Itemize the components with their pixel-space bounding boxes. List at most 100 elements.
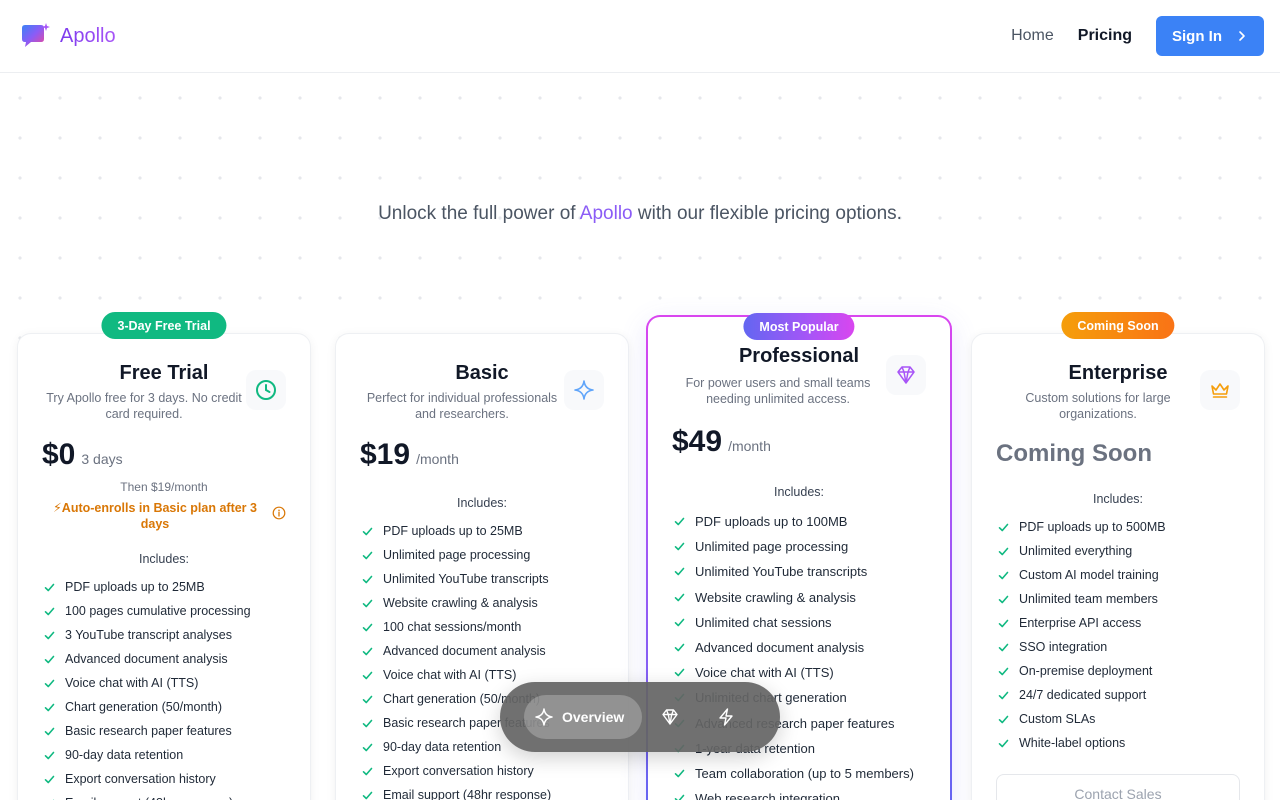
includes-heading: Includes: [138,552,190,566]
feature-item: Chart generation (50/month) [44,695,251,719]
feature-label: Custom SLAs [1019,712,1096,726]
check-icon [998,643,1009,651]
feature-item: 3 YouTube transcript analyses [44,623,251,647]
check-icon [44,727,55,735]
dock-pricing-button[interactable] [642,695,698,739]
check-icon [998,691,1009,699]
check-icon [362,767,373,775]
feature-label: Advanced document analysis [383,644,546,658]
check-icon [674,568,685,576]
check-icon [998,595,1009,603]
check-icon [674,542,685,551]
feature-item: Team collaboration (up to 5 members) [674,761,914,786]
sign-in-button[interactable]: Sign In [1156,16,1264,56]
feature-item: Advanced document analysis [362,639,551,663]
feature-item: SSO integration [998,635,1166,659]
feature-label: Unlimited chat sessions [695,614,832,630]
feature-item: Advanced document analysis [44,647,251,671]
feature-label: Basic research paper features [65,724,232,738]
feature-label: Unlimited YouTube transcripts [695,564,868,580]
plan-description: For power users and small teams needing … [685,376,871,406]
check-icon [362,575,373,583]
plan-price: $0 [42,438,76,471]
check-icon [44,631,55,639]
check-icon [362,647,373,655]
feature-item: On-premise deployment [998,659,1166,683]
feature-label: PDF uploads up to 500MB [1019,520,1166,534]
check-icon [674,618,685,627]
feature-label: On-premise deployment [1019,664,1153,678]
feature-label: 100 pages cumulative processing [65,604,251,618]
plan-period: /month [728,438,771,454]
coming-soon-badge: Coming Soon [1061,312,1175,339]
feature-item: PDF uploads up to 25MB [362,519,551,543]
apollo-logo-icon [22,23,50,47]
check-icon [362,695,373,703]
feature-item: Custom SLAs [998,707,1166,731]
price-row: $49 /month [672,425,771,459]
feature-item: 90-day data retention [44,743,251,767]
feature-label: Website crawling & analysis [695,589,856,605]
feature-label: Enterprise API access [1019,616,1142,630]
floating-dock: Overview [500,682,780,752]
crown-icon [1200,370,1240,410]
feature-item: Unlimited YouTube transcripts [362,567,551,591]
sparkle-icon [564,370,604,410]
plan-card-free-trial: 3-Day Free Trial Free Trial Try Apollo f… [17,312,311,800]
then-price-note: Then $19/month [120,480,208,494]
feature-label: Advanced document analysis [695,640,865,656]
feature-label: Unlimited everything [1019,544,1133,558]
check-icon [998,619,1009,627]
feature-label: Export conversation history [65,772,216,786]
feature-item: PDF uploads up to 25MB [44,575,251,599]
feature-item: Website crawling & analysis [674,585,914,610]
feature-item: 100 chat sessions/month [362,615,551,639]
brand-name: Apollo [60,24,116,47]
feature-item: Advanced document analysis [674,635,914,660]
feature-label: Website crawling & analysis [383,596,538,610]
feature-label: Unlimited page processing [383,548,531,562]
price-row: $0 3 days [42,438,123,472]
dock-features-button[interactable] [698,695,754,739]
nav-pricing-link[interactable]: Pricing [1078,27,1132,45]
feature-label: Unlimited YouTube transcripts [383,572,549,586]
check-icon [674,643,685,652]
check-icon [362,599,373,607]
check-icon [998,523,1009,531]
feature-label: PDF uploads up to 25MB [383,524,523,538]
feature-item: PDF uploads up to 100MB [674,509,914,534]
check-icon [674,517,685,526]
feature-item: Voice chat with AI (TTS) [44,671,251,695]
diamond-icon [886,355,926,395]
check-icon [674,769,685,778]
plan-period: /month [416,451,459,467]
feature-label: Custom AI model training [1019,568,1159,582]
contact-sales-button[interactable]: Contact Sales [996,774,1240,800]
nav-home-link[interactable]: Home [1011,27,1054,45]
feature-label: 100 chat sessions/month [383,620,522,634]
sign-in-label: Sign In [1172,27,1222,45]
feature-item: Unlimited page processing [362,543,551,567]
brand[interactable]: Apollo [20,22,116,50]
check-icon [44,607,55,615]
includes-heading: Includes: [773,485,825,499]
feature-label: 3 YouTube transcript analyses [65,628,233,642]
feature-item: 24/7 dedicated support [998,683,1166,707]
feature-item: Unlimited page processing [674,534,914,559]
feature-label: 90-day data retention [383,740,502,754]
feature-item: Unlimited chat sessions [674,610,914,635]
includes-heading: Includes: [456,496,508,510]
check-icon [362,743,373,751]
feature-label: Advanced document analysis [65,652,228,666]
feature-item: Email support (48hr response) [44,791,251,800]
feature-item: Email support (48hr response) [362,783,551,800]
info-icon[interactable] [272,506,286,520]
check-icon [998,667,1009,675]
check-icon [44,655,55,663]
check-icon [362,623,373,631]
feature-item: Web research integration [674,786,914,800]
check-icon [44,703,55,711]
tagline-accent: Apollo [579,203,633,224]
plan-card-enterprise: Coming Soon Enterprise Custom solutions … [971,312,1265,800]
dock-overview-button[interactable]: Overview [524,695,643,739]
